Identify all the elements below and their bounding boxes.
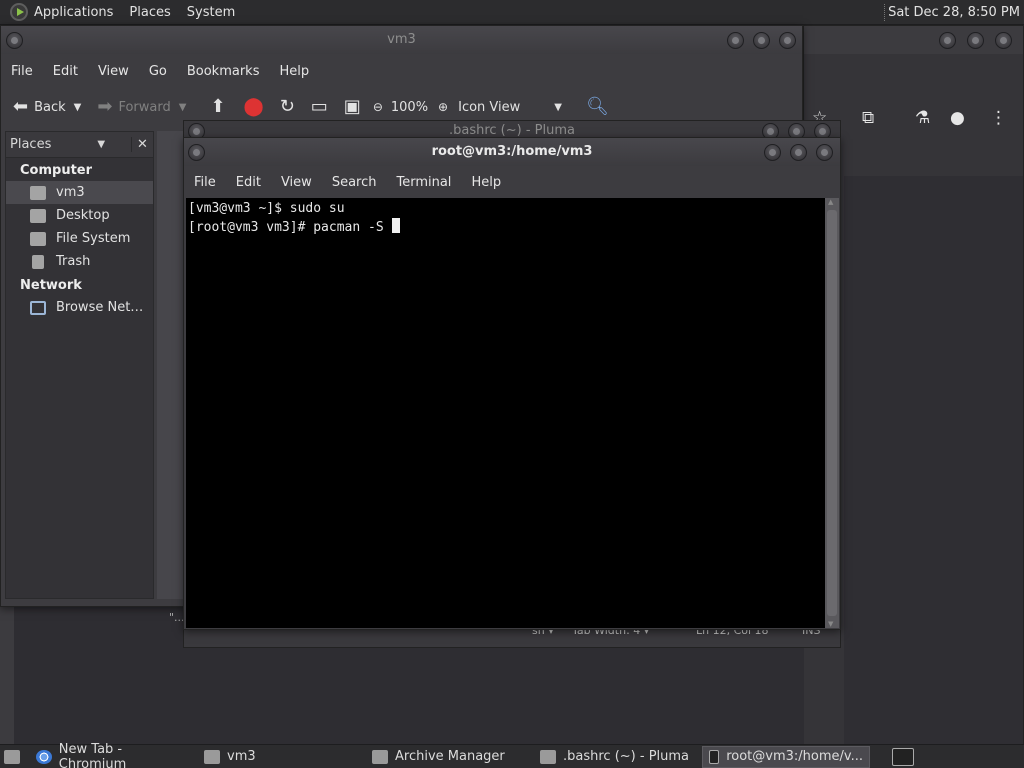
close-sidebar-icon[interactable]: ✕ (131, 137, 153, 152)
zoom-out-icon[interactable]: ⊖ (373, 98, 383, 116)
task-chromium[interactable]: New Tab - Chromium (30, 742, 198, 768)
menu-dots-icon[interactable]: ⋮ (990, 108, 1007, 128)
terminal-menubar: File Edit View Search Terminal Help (184, 169, 840, 195)
sidebar-item-file-system[interactable]: File System (6, 227, 153, 250)
close-button[interactable] (995, 32, 1012, 49)
clock[interactable]: Sat Dec 28, 8:50 PM (888, 0, 1020, 25)
minimize-button[interactable] (764, 144, 781, 161)
back-history-dropdown[interactable]: ▼ (74, 102, 82, 113)
task-archive-manager[interactable]: Archive Manager (366, 746, 534, 768)
system-menu[interactable]: System (179, 0, 243, 25)
chromium-icon (36, 749, 52, 764)
window-menu-button[interactable] (6, 32, 23, 49)
taskbar: New Tab - Chromium vm3 Archive Manager .… (0, 742, 1024, 768)
forward-arrow-icon: ➡ (97, 96, 113, 117)
maximize-button[interactable] (967, 32, 984, 49)
terminal-line: [root@vm3 vm3]# pacman -S (188, 218, 826, 237)
menu-help[interactable]: Help (269, 64, 319, 79)
text-cursor (391, 218, 400, 233)
text-editor-icon (540, 749, 556, 764)
sidebar-item-desktop[interactable]: Desktop (6, 204, 153, 227)
menu-bookmarks[interactable]: Bookmarks (177, 64, 270, 79)
archive-icon (372, 749, 388, 764)
minimize-button[interactable] (727, 32, 744, 49)
places-header[interactable]: Places ▼ ✕ (6, 132, 153, 158)
applications-menu[interactable]: Applications (26, 0, 121, 25)
home-folder-icon[interactable]: ▭ (311, 98, 328, 116)
minimize-button[interactable] (939, 32, 956, 49)
search-icon[interactable]: 🔍︎ (586, 98, 609, 116)
desktop-icon (4, 749, 20, 764)
top-panel: Applications Places System Sat Dec 28, 8… (0, 0, 1024, 25)
home-folder-icon (30, 185, 46, 200)
close-button[interactable] (779, 32, 796, 49)
back-arrow-icon: ⬅ (13, 96, 29, 117)
menu-go[interactable]: Go (139, 64, 177, 79)
chromium-titlebar[interactable] (804, 26, 1023, 54)
terminal-screen[interactable]: [vm3@vm3 ~]$ sudo su [root@vm3 vm3]# pacm… (186, 198, 826, 628)
show-desktop-button[interactable] (0, 746, 30, 768)
distro-logo-icon[interactable] (10, 3, 28, 21)
account-icon[interactable]: ● (950, 108, 965, 128)
menu-file[interactable]: File (184, 175, 226, 190)
file-manager-titlebar[interactable]: vm3 (1, 26, 802, 54)
file-manager-menubar: File Edit View Go Bookmarks Help (1, 58, 802, 84)
task-file-manager[interactable]: vm3 (198, 746, 366, 768)
menu-edit[interactable]: Edit (43, 64, 88, 79)
up-arrow-icon[interactable]: ⬆ (210, 98, 225, 116)
menu-view[interactable]: View (88, 64, 139, 79)
menu-search[interactable]: Search (322, 175, 387, 190)
menu-edit[interactable]: Edit (226, 175, 271, 190)
sidebar-item-vm3[interactable]: vm3 (6, 181, 153, 204)
places-menu[interactable]: Places (121, 0, 178, 25)
window-menu-button[interactable] (188, 144, 205, 161)
workspace-switcher[interactable] (886, 746, 920, 768)
chevron-down-icon[interactable]: ▼ (97, 139, 105, 150)
network-icon (30, 300, 46, 315)
sidebar-type-select[interactable]: Places (10, 137, 51, 152)
workspace-icon (892, 747, 914, 766)
terminal-window: root@vm3:/home/vm3 File Edit View Search… (183, 137, 841, 630)
stop-icon[interactable]: ⬤ (244, 98, 264, 116)
chromium-page (844, 176, 1023, 744)
trash-icon (32, 254, 44, 269)
zoom-level[interactable]: 100% (391, 100, 428, 115)
scrollbar-thumb[interactable] (827, 210, 837, 616)
extension-icon[interactable]: ⧉ (862, 108, 874, 128)
forward-history-dropdown[interactable]: ▼ (179, 102, 187, 113)
menu-file[interactable]: File (1, 64, 43, 79)
terminal-scrollbar[interactable] (825, 198, 839, 628)
computer-icon[interactable]: ▣ (344, 98, 361, 116)
task-pluma[interactable]: .bashrc (~) - Pluma (534, 746, 702, 768)
close-button[interactable] (816, 144, 833, 161)
reload-icon[interactable]: ↻ (280, 98, 295, 116)
view-mode-select[interactable]: Icon View ▼ (458, 100, 580, 115)
maximize-button[interactable] (790, 144, 807, 161)
folder-icon (204, 749, 220, 764)
chevron-down-icon: ▼ (554, 101, 562, 113)
back-button[interactable]: ⬅ Back ▼ (13, 98, 91, 116)
terminal-titlebar[interactable]: root@vm3:/home/vm3 (184, 138, 840, 166)
menu-help[interactable]: Help (461, 175, 511, 190)
menu-view[interactable]: View (271, 175, 322, 190)
terminal-line: [vm3@vm3 ~]$ sudo su (188, 201, 345, 216)
window-title: vm3 (387, 32, 416, 47)
zoom-in-icon[interactable]: ⊕ (438, 98, 448, 116)
menu-terminal[interactable]: Terminal (386, 175, 461, 190)
desktop-folder-icon (30, 208, 46, 223)
window-title: root@vm3:/home/vm3 (431, 144, 593, 159)
places-sidebar: Places ▼ ✕ Computer vm3 Desktop File Sys… (5, 131, 154, 599)
terminal-icon (709, 749, 720, 764)
forward-button[interactable]: ➡ Forward ▼ (97, 98, 196, 116)
maximize-button[interactable] (753, 32, 770, 49)
flask-icon[interactable]: ⚗ (915, 108, 930, 128)
section-computer: Computer (20, 163, 93, 178)
task-terminal[interactable]: root@vm3:/home/v... (702, 745, 870, 768)
sidebar-item-browse-network[interactable]: Browse Net… (6, 296, 153, 319)
sidebar-item-trash[interactable]: Trash (6, 250, 153, 273)
panel-separator (884, 4, 887, 21)
drive-icon (30, 231, 46, 246)
section-network: Network (20, 278, 82, 293)
